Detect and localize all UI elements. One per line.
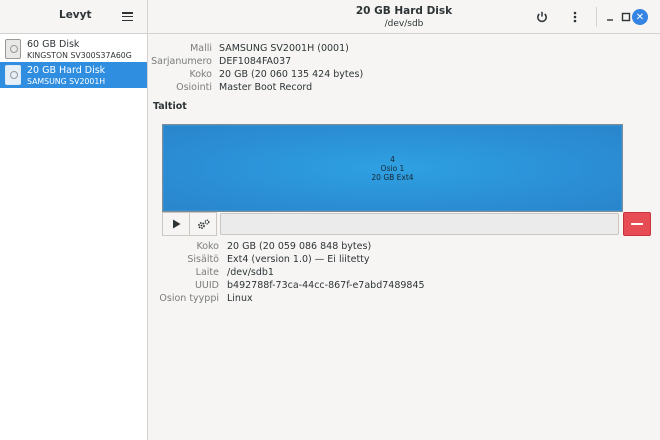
partitioning-value: Master Boot Record [219,82,313,93]
volume-number: 4 [390,155,395,164]
play-icon [172,219,180,229]
disk-item-60gb[interactable]: 60 GB Disk KINGSTON SV300S37A60G [0,36,147,62]
header-separator [596,7,597,27]
volumes-title: Taltiot [153,101,187,112]
hard-disk-icon [5,65,21,85]
volume-toolbar-spacer [220,213,619,235]
volume-size: 20 GB Ext4 [371,173,414,182]
gears-icon [197,219,209,229]
partition-size-label: Koko [196,241,219,252]
uuid-value: b492788f-73ca-44cc-867f-e7abd7489845 [227,280,425,291]
mount-button[interactable] [162,212,190,236]
size-value: 20 GB (20 060 135 424 bytes) [219,69,364,80]
partitioning-label: Osiointi [176,82,212,93]
close-icon[interactable]: ✕ [632,9,648,25]
disk-list: 60 GB Disk KINGSTON SV300S37A60G 20 GB H… [0,34,148,440]
partition-size-value: 20 GB (20 059 086 848 bytes) [227,241,372,252]
size-label: Koko [189,69,212,80]
power-icon[interactable] [533,8,551,26]
hard-disk-icon [5,39,21,59]
contents-label: Sisältö [187,254,219,265]
minus-icon [631,223,643,225]
hamburger-menu-icon[interactable] [122,12,133,22]
serial-label: Sarjanumero [151,56,212,67]
disk-name: 20 GB Hard Disk [27,65,106,76]
header-bar: Levyt 20 GB Hard Disk /dev/sdb ✕ [0,0,660,34]
partition-type-value: Linux [227,293,253,304]
partition-options-button[interactable] [189,212,217,236]
contents-value: Ext4 (version 1.0) — Ei liitetty [227,254,370,265]
vertical-dots-icon[interactable] [566,8,584,26]
volume-name: Osio 1 [380,164,405,173]
volume-map: 4 Osio 1 20 GB Ext4 [162,124,623,212]
device-label: Laite [195,267,219,278]
disk-details: Malli SAMSUNG SV2001H (0001) Sarjanumero… [148,34,660,440]
device-value: /dev/sdb1 [227,267,274,278]
disk-name: 60 GB Disk [27,39,80,50]
partition-type-label: Osion tyyppi [159,293,219,304]
uuid-label: UUID [194,280,219,291]
volume-toolbar [162,212,623,236]
sidebar-header: Levyt [0,0,148,34]
model-label: Malli [190,43,212,54]
volume-partition-1[interactable]: 4 Osio 1 20 GB Ext4 [164,126,621,210]
disk-item-20gb[interactable]: 20 GB Hard Disk SAMSUNG SV2001H [0,62,147,88]
disk-model: SAMSUNG SV2001H [27,77,106,86]
serial-value: DEF1084FA037 [219,56,292,67]
delete-partition-button[interactable] [623,212,651,236]
model-value: SAMSUNG SV2001H (0001) [219,43,349,54]
disk-model: KINGSTON SV300S37A60G [27,51,132,60]
